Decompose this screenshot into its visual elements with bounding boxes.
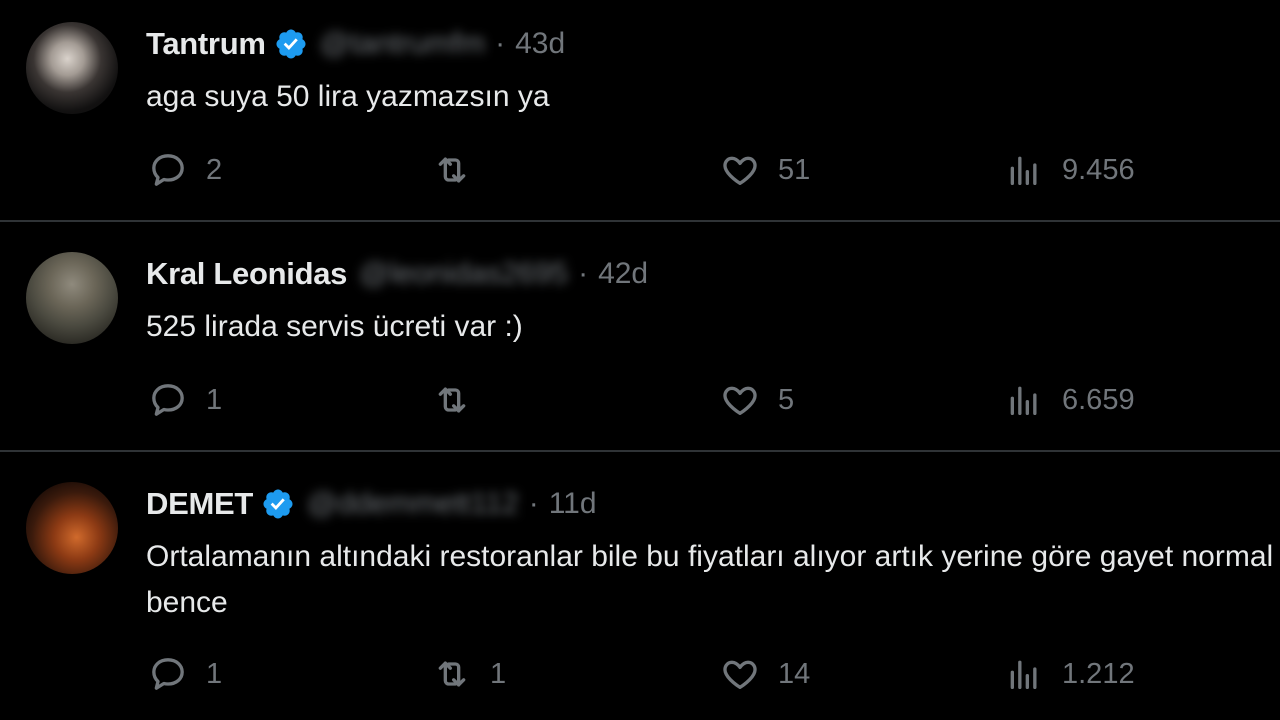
reply-icon — [148, 654, 188, 694]
views-count: 6.659 — [1062, 383, 1135, 416]
views-icon — [1004, 654, 1044, 694]
views-icon — [1004, 150, 1044, 190]
avatar[interactable] — [26, 22, 118, 114]
tweet-3[interactable]: DEMET @ddemmett112 · 11d Ortalamanın alt… — [0, 452, 1280, 720]
retweet-count: 1 — [490, 657, 507, 690]
views-count: 9.456 — [1062, 153, 1135, 186]
verified-badge-icon — [274, 27, 308, 61]
like-button[interactable]: 14 — [720, 654, 810, 694]
reply-icon — [148, 380, 188, 420]
like-button[interactable]: 5 — [720, 380, 794, 420]
timestamp[interactable]: 43d — [515, 27, 565, 61]
tweet-feed: Tantrum @tantrumfm · 43d aga suya 50 lir… — [0, 0, 1280, 720]
views-icon — [1004, 380, 1044, 420]
views-button[interactable]: 9.456 — [1004, 150, 1135, 190]
retweet-icon — [432, 380, 472, 420]
user-handle[interactable]: @tantrumfm — [320, 27, 485, 61]
reply-icon — [148, 150, 188, 190]
display-name[interactable]: DEMET — [146, 486, 253, 522]
retweet-icon — [432, 150, 472, 190]
tweet-text: Ortalamanın altındaki restoranlar bile b… — [146, 540, 1274, 619]
tweet-header: DEMET @ddemmett112 · 11d — [146, 484, 597, 524]
tweet-2[interactable]: Kral Leonidas @leonidas2695 · 42d 525 li… — [0, 222, 1280, 450]
like-count: 14 — [778, 657, 811, 690]
tweet-1[interactable]: Tantrum @tantrumfm · 43d aga suya 50 lir… — [0, 0, 1280, 220]
heart-icon — [720, 654, 760, 694]
retweet-button[interactable] — [432, 380, 490, 420]
tweet-text: aga suya 50 lira yazmazsın ya — [146, 80, 550, 113]
reply-button[interactable]: 1 — [148, 654, 222, 694]
retweet-icon — [432, 654, 472, 694]
heart-icon — [720, 150, 760, 190]
heart-icon — [720, 380, 760, 420]
reply-count: 1 — [206, 657, 223, 690]
user-handle[interactable]: @ddemmett112 — [307, 487, 519, 521]
tweet-text: 525 lirada servis ücreti var :) — [146, 310, 523, 343]
separator-dot: · — [495, 27, 506, 60]
retweet-button[interactable] — [432, 150, 490, 190]
separator-dot: · — [528, 487, 539, 520]
display-name[interactable]: Tantrum — [146, 26, 266, 62]
avatar[interactable] — [26, 482, 118, 574]
timestamp[interactable]: 42d — [598, 257, 648, 291]
tweet-header: Tantrum @tantrumfm · 43d — [146, 24, 565, 64]
display-name[interactable]: Kral Leonidas — [146, 256, 347, 292]
retweet-button[interactable]: 1 — [432, 654, 506, 694]
tweet-header: Kral Leonidas @leonidas2695 · 42d — [146, 254, 648, 294]
views-button[interactable]: 6.659 — [1004, 380, 1135, 420]
like-button[interactable]: 51 — [720, 150, 810, 190]
timestamp[interactable]: 11d — [549, 487, 597, 521]
like-count: 5 — [778, 383, 795, 416]
reply-button[interactable]: 2 — [148, 150, 222, 190]
views-count: 1.212 — [1062, 657, 1135, 690]
like-count: 51 — [778, 153, 811, 186]
verified-badge-icon — [261, 487, 295, 521]
avatar[interactable] — [26, 252, 118, 344]
separator-dot: · — [578, 257, 589, 290]
reply-count: 1 — [206, 383, 223, 416]
views-button[interactable]: 1.212 — [1004, 654, 1135, 694]
reply-button[interactable]: 1 — [148, 380, 222, 420]
user-handle[interactable]: @leonidas2695 — [359, 257, 568, 291]
reply-count: 2 — [206, 153, 223, 186]
